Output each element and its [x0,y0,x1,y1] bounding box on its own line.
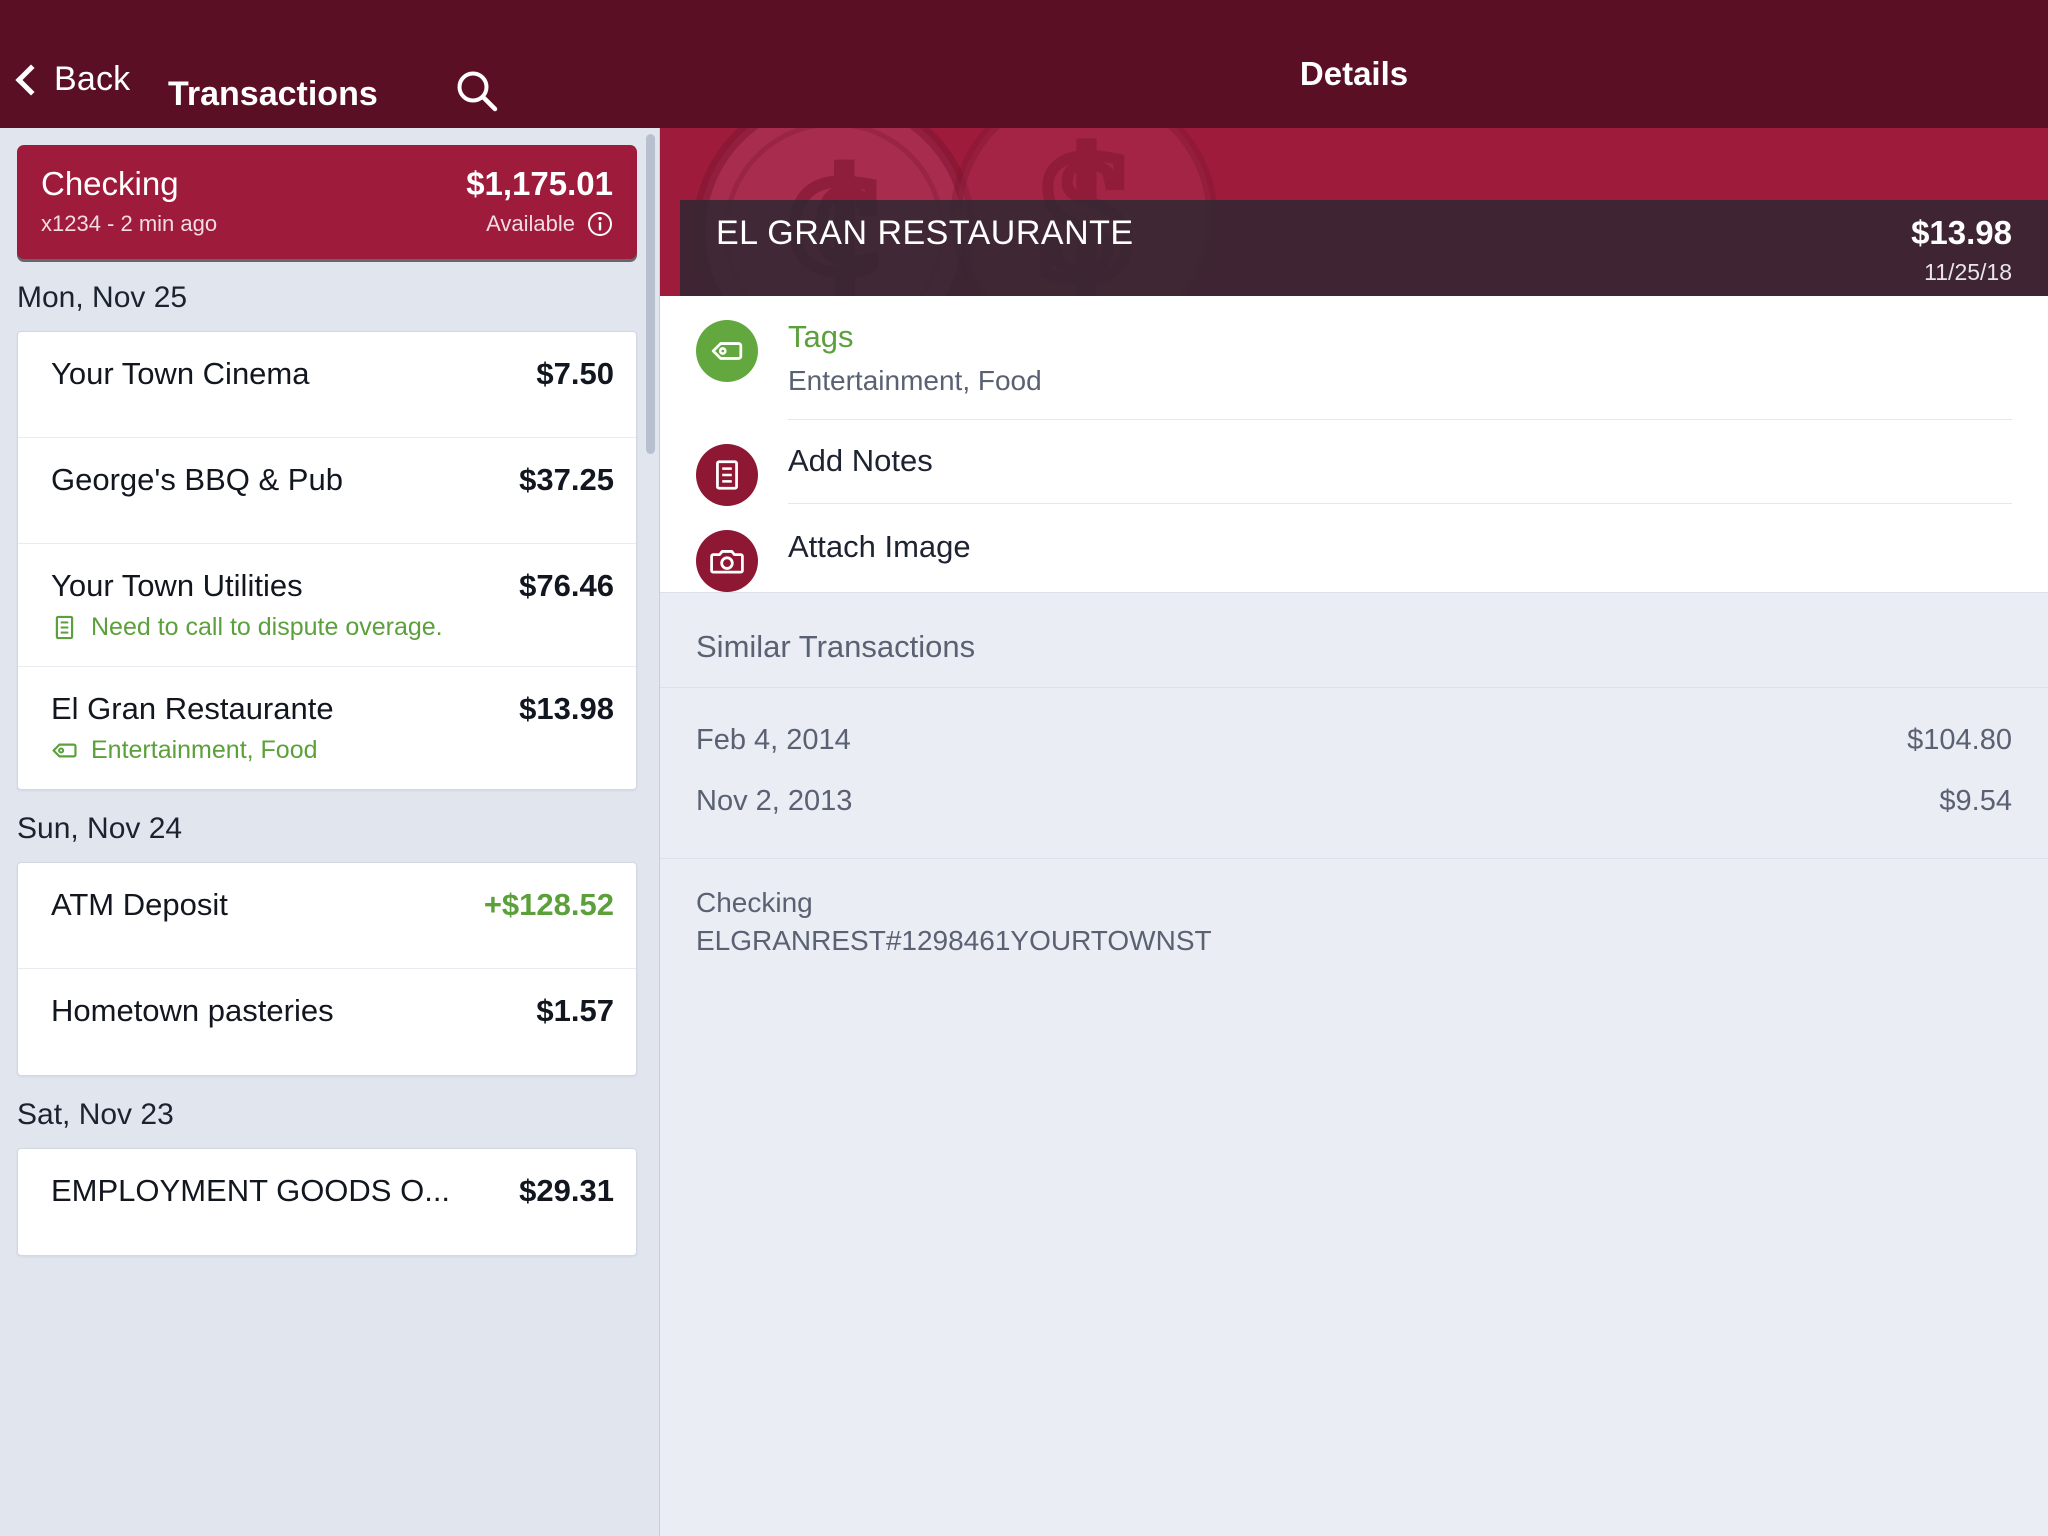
transaction-row-main: ATM Deposit +$128.52 [51,887,614,923]
transaction-subtext: Need to call to dispute overage. [91,613,443,641]
body-split: Checking $1,175.01 x1234 - 2 min ago Ava… [0,128,2048,1536]
account-meta: x1234 - 2 min ago [41,211,218,236]
back-button-label: Back [54,59,131,98]
detail-action-row[interactable]: Attach Image [660,506,2048,592]
detail-action-body: Add Notes [788,420,2012,504]
search-icon[interactable] [454,68,500,114]
transaction-row[interactable]: Hometown pasteries $1.57 [18,969,636,1075]
detail-hero: ¢ $ EL GRAN RESTAURANTE $13.98 11/25/18 [660,128,2048,296]
detail-date: 11/25/18 [1924,259,2012,285]
transaction-amount: $29.31 [519,1173,614,1208]
back-button[interactable]: Back [15,59,131,99]
transaction-subrow: Entertainment, Food [51,736,614,765]
account-card-row-secondary: x1234 - 2 min ago Available [41,211,613,237]
transaction-row-main: Your Town Utilities $76.46 [51,568,614,604]
account-balance: $1,175.01 [466,165,613,202]
transaction-amount: +$128.52 [483,887,614,922]
transaction-amount: $1.57 [536,993,614,1028]
account-summary-card[interactable]: Checking $1,175.01 x1234 - 2 min ago Ava… [17,145,637,259]
transaction-amount: $13.98 [519,691,614,726]
detail-action-body: Attach Image [788,506,2012,589]
note-icon [696,443,758,506]
account-name: Checking [41,165,179,202]
transaction-group-card: EMPLOYMENT GOODS O... $29.31 [17,1148,637,1256]
similar-transaction-amount: $104.80 [1907,723,2012,756]
transaction-row[interactable]: George's BBQ & Pub $37.25 [18,438,636,544]
detail-amount: $13.98 [1911,214,2012,251]
similar-transactions-list: Feb 4, 2014 $104.80 Nov 2, 2013 $9.54 [660,687,2048,858]
tag-icon [51,737,78,764]
transaction-name: ATM Deposit [51,887,228,922]
top-bar: Back Transactions Details [0,0,2048,128]
transaction-amount: $37.25 [519,462,614,497]
detail-action-row[interactable]: Tags Entertainment, Food [660,296,2048,420]
detail-action-subtitle: Entertainment, Food [788,364,1042,396]
transaction-row-main: El Gran Restaurante $13.98 [51,691,614,727]
top-bar-left: Back Transactions [0,42,660,128]
transaction-groups: Mon, Nov 25 Your Town Cinema $7.50 George's… [0,259,659,1256]
detail-merchant-name: EL GRAN RESTAURANTE [716,214,1134,252]
transaction-row-main: George's BBQ & Pub $37.25 [51,462,614,498]
transaction-row-main: Your Town Cinema $7.50 [51,356,614,392]
available-label: Available [486,211,575,236]
descriptor-account-name: Checking [696,886,813,918]
transaction-amount: $7.50 [536,356,614,391]
transaction-name: Hometown pasteries [51,993,334,1028]
detail-action-body: Tags Entertainment, Food [788,296,2012,420]
transaction-row-main: EMPLOYMENT GOODS O... $29.31 [51,1173,614,1209]
info-icon[interactable] [587,211,613,237]
note-icon [51,614,78,641]
transaction-group-card: Your Town Cinema $7.50 George's BBQ & Pub $… [17,331,637,790]
detail-action-title: Add Notes [788,442,933,478]
similar-transaction-date: Feb 4, 2014 [696,723,851,756]
similar-transaction-amount: $9.54 [1939,784,2012,817]
transaction-name: El Gran Restaurante [51,691,334,726]
transaction-row[interactable]: Your Town Cinema $7.50 [18,332,636,438]
transaction-subtext: Entertainment, Food [91,736,318,764]
transaction-name: Your Town Cinema [51,356,310,391]
top-bar-right: Details [660,42,2048,128]
account-card-row-primary: Checking $1,175.01 [41,165,613,203]
detail-amount-group: $13.98 11/25/18 [1911,214,2012,296]
chevron-left-icon [15,64,47,96]
detail-actions-list: Tags Entertainment, Food Add Notes Attach I… [660,296,2048,592]
transaction-name: George's BBQ & Pub [51,462,343,497]
transaction-row-main: Hometown pasteries $1.57 [51,993,614,1029]
app-root: Back Transactions Details Checking $1,17… [0,0,2048,1536]
transaction-subrow: Need to call to dispute overage. [51,613,614,642]
transaction-row[interactable]: EMPLOYMENT GOODS O... $29.31 [18,1149,636,1255]
similar-transaction-row[interactable]: Nov 2, 2013 $9.54 [696,771,2012,832]
descriptor-raw-text: ELGRANREST#1298461YOURTOWNST [696,924,1212,956]
transaction-row[interactable]: Your Town Utilities $76.46 Need to call to… [18,544,636,667]
similar-transaction-date: Nov 2, 2013 [696,784,853,817]
similar-transaction-row[interactable]: Feb 4, 2014 $104.80 [696,710,2012,771]
detail-action-row[interactable]: Add Notes [660,420,2048,506]
details-title: Details [1299,55,1409,92]
available-group: Available [486,211,613,237]
scrollbar-thumb[interactable] [646,134,655,454]
transaction-name: Your Town Utilities [51,568,303,603]
transactions-scrollbar[interactable] [646,128,655,1536]
camera-icon [696,529,758,592]
transaction-date-header: Sun, Nov 24 [17,812,183,845]
detail-hero-strip: EL GRAN RESTAURANTE $13.98 11/25/18 [680,200,2048,296]
detail-action-title: Tags [788,319,854,354]
transaction-date-header: Sat, Nov 23 [17,1098,174,1131]
similar-transactions-header: Similar Transactions [660,591,2048,688]
transaction-row[interactable]: El Gran Restaurante $13.98 Entertainment, … [18,667,636,789]
details-panel: ¢ $ EL GRAN RESTAURANTE $13.98 11/25/18 [660,128,2048,1536]
transaction-name: EMPLOYMENT GOODS O... [51,1173,451,1208]
transaction-group-card: ATM Deposit +$128.52 Hometown pasteries $1.… [17,862,637,1076]
transaction-date-header: Mon, Nov 25 [17,281,188,314]
transaction-amount: $76.46 [519,568,614,603]
tag-icon [696,320,758,382]
transactions-title: Transactions [168,75,378,113]
account-descriptor-block: Checking ELGRANREST#1298461YOURTOWNST [660,857,2048,957]
transactions-panel: Checking $1,175.01 x1234 - 2 min ago Ava… [0,128,660,1536]
transaction-row[interactable]: ATM Deposit +$128.52 [18,863,636,969]
detail-action-title: Attach Image [788,528,971,564]
